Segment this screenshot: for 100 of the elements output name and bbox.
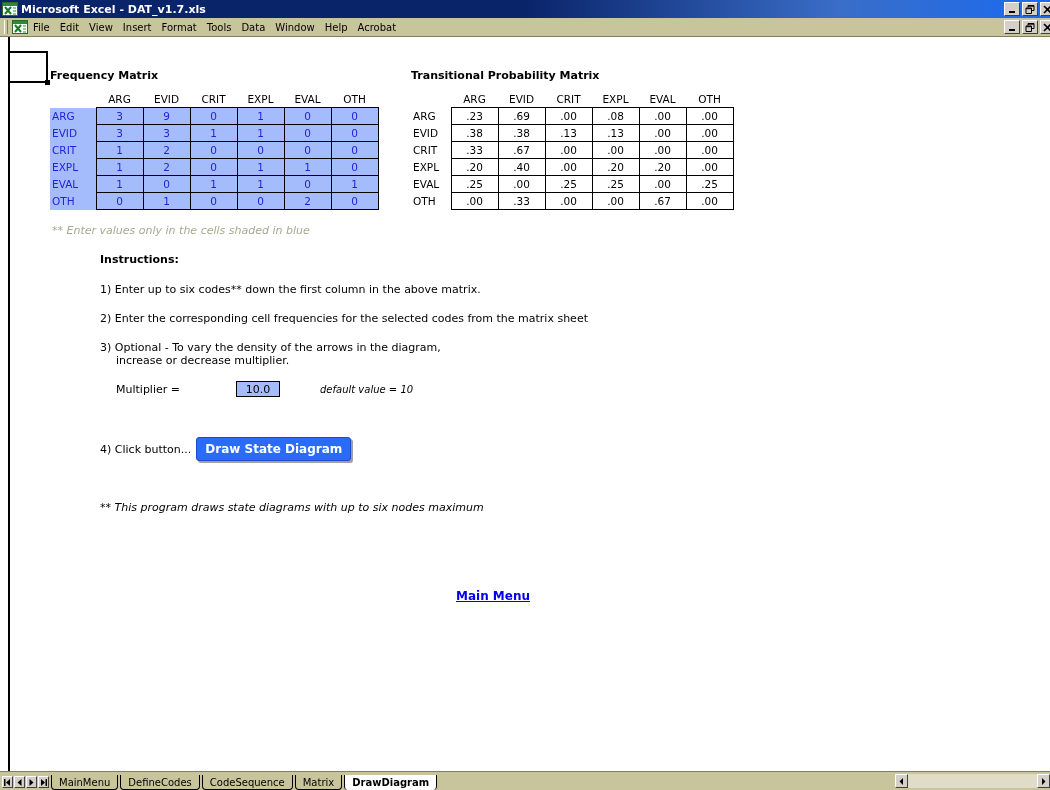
row-header: CRIT <box>411 141 451 159</box>
sheet-tab[interactable]: DrawDiagram <box>344 775 438 790</box>
excel-icon <box>2 2 18 16</box>
multiplier-field[interactable]: 10.0 <box>236 381 280 397</box>
table-cell: .00 <box>686 107 733 125</box>
skip-arrow-icon <box>40 778 47 786</box>
row-header: ARG <box>411 107 451 125</box>
fill-handle[interactable] <box>45 80 50 85</box>
restore-button[interactable] <box>1022 2 1038 16</box>
input-cell[interactable]: 3 <box>96 107 143 125</box>
restore-button[interactable] <box>1022 20 1038 34</box>
last-sheet-button[interactable] <box>38 776 49 788</box>
menu-item[interactable]: Help <box>319 21 353 33</box>
table-cell: .00 <box>545 192 592 210</box>
row-header: EVAL <box>411 175 451 193</box>
row-header: EVID <box>411 124 451 142</box>
table-cell: .00 <box>451 192 498 210</box>
default-value-hint: default value = 10 <box>320 383 414 395</box>
table-cell: .40 <box>498 158 545 176</box>
table-cell: .20 <box>451 158 498 176</box>
menu-item[interactable]: View <box>84 21 118 33</box>
input-cell[interactable]: 0 <box>190 107 237 125</box>
sheet-tab[interactable]: DefineCodes <box>120 775 200 790</box>
table-cell: .67 <box>639 192 686 210</box>
menu-item[interactable]: Edit <box>54 21 85 33</box>
menu-item[interactable]: Data <box>236 21 271 33</box>
table-cell: .67 <box>498 141 545 159</box>
table-cell: .69 <box>498 107 545 125</box>
menu-item[interactable]: Format <box>156 21 202 33</box>
instruction-text: 4) Click button... <box>100 442 192 456</box>
horizontal-scrollbar[interactable] <box>895 773 1050 789</box>
sheet-tab[interactable]: Matrix <box>294 775 343 790</box>
minimize-icon <box>1009 10 1015 13</box>
menu-item[interactable]: File <box>28 21 55 33</box>
menu-item[interactable]: Window <box>270 21 320 33</box>
table-cell: .00 <box>545 107 592 125</box>
sheet-tab[interactable]: CodeSequence <box>201 775 293 790</box>
table-cell: .00 <box>592 192 639 210</box>
table-cell: .00 <box>639 124 686 142</box>
column-header: CRIT <box>545 91 592 108</box>
table-cell: .00 <box>545 141 592 159</box>
multiplier-label: Multiplier = <box>116 382 181 396</box>
table-cell: .00 <box>639 107 686 125</box>
table-cell: .33 <box>498 192 545 210</box>
table-cell: .00 <box>545 158 592 176</box>
column-header: EVAL <box>284 91 331 108</box>
row-header[interactable]: ARG <box>50 107 96 125</box>
column-header: EXPL <box>237 91 284 108</box>
menu-item[interactable]: Acrobat <box>352 21 402 33</box>
table-cell: .38 <box>451 124 498 142</box>
close-icon <box>1043 22 1050 32</box>
column-header: OTH <box>331 91 378 108</box>
column-header: OTH <box>686 91 733 108</box>
table-cell: .25 <box>545 175 592 193</box>
row-header: OTH <box>411 192 451 210</box>
input-cell[interactable]: 0 <box>331 107 378 125</box>
column-header: ARG <box>451 91 498 108</box>
sheet-tab[interactable]: MainMenu <box>51 775 119 790</box>
column-header: EVID <box>498 91 545 108</box>
menu-item[interactable]: Insert <box>117 21 157 33</box>
restore-icon <box>1025 4 1035 14</box>
active-cell[interactable] <box>8 51 48 83</box>
row-header: EXPL <box>411 158 451 176</box>
instruction-text: 2) Enter the corresponding cell frequencies for the selected codes from the matrix sheet <box>100 312 589 325</box>
table-cell: .00 <box>639 175 686 193</box>
table-cell: .25 <box>451 175 498 193</box>
table-cell: .00 <box>498 175 545 193</box>
table-cell: .00 <box>639 141 686 159</box>
matrix-title: Frequency Matrix <box>50 69 160 83</box>
table-cell: .38 <box>498 124 545 142</box>
input-cell[interactable]: 9 <box>143 107 190 125</box>
next-sheet-button[interactable] <box>26 776 37 788</box>
first-sheet-button[interactable] <box>2 776 13 788</box>
column-header: EVAL <box>639 91 686 108</box>
note-text: ** Enter values only in the cells shaded in blue <box>52 224 311 237</box>
close-icon <box>1043 4 1050 14</box>
instructions-heading: Instructions: <box>100 253 180 266</box>
prev-sheet-button[interactable] <box>14 776 25 788</box>
matrix-title: Transitional Probability Matrix <box>411 69 601 83</box>
column-header: ARG <box>96 91 143 108</box>
table-cell: .00 <box>592 141 639 159</box>
minimize-button[interactable] <box>1004 2 1020 16</box>
table-cell: .25 <box>592 175 639 193</box>
table-cell: .08 <box>592 107 639 125</box>
table-cell: .00 <box>686 141 733 159</box>
column-header: EVID <box>143 91 190 108</box>
column-header: CRIT <box>190 91 237 108</box>
table-cell: .23 <box>451 107 498 125</box>
input-cell[interactable]: 0 <box>284 107 331 125</box>
input-cell[interactable]: 1 <box>237 107 284 125</box>
main-menu-link[interactable]: Main Menu <box>456 589 531 603</box>
draw-diagram-button[interactable]: Draw State Diagram <box>196 437 352 461</box>
menu-item[interactable]: Tools <box>201 21 237 33</box>
table-cell: .00 <box>686 124 733 142</box>
table-cell: .20 <box>592 158 639 176</box>
table-cell: .00 <box>686 158 733 176</box>
column-header: EXPL <box>592 91 639 108</box>
excel-icon <box>12 20 28 34</box>
minimize-button[interactable] <box>1004 20 1020 34</box>
instruction-text: 1) Enter up to six codes** down the first column in the above matrix. <box>100 283 482 296</box>
